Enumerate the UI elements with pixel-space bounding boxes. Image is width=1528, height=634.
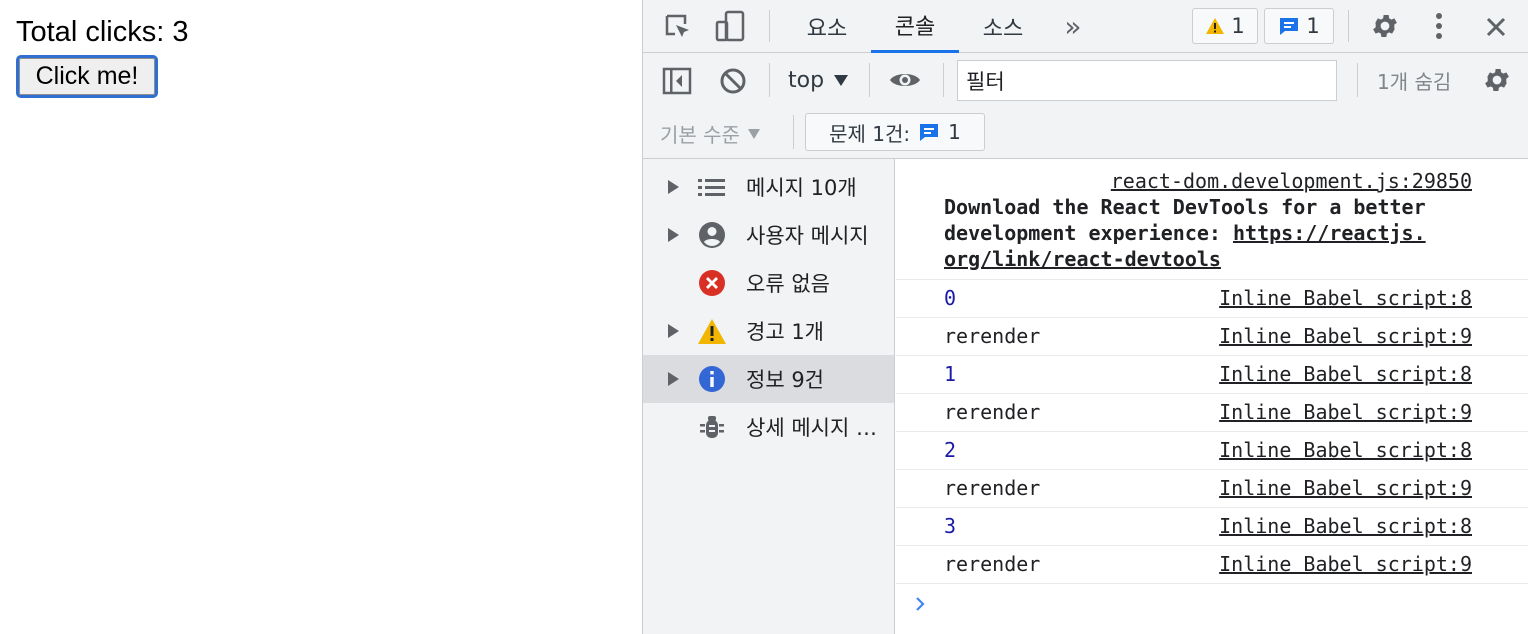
console-message-row: rerender Inline Babel script:9 xyxy=(896,470,1528,508)
console-message-row: 0 Inline Babel script:8 xyxy=(896,280,1528,318)
context-selector[interactable]: top xyxy=(788,67,849,93)
message-source-link[interactable]: Inline Babel script:9 xyxy=(1219,324,1472,348)
message-text: 2 xyxy=(944,438,957,462)
message-source-link[interactable]: Inline Babel script:9 xyxy=(1219,400,1472,424)
message-text: 0 xyxy=(944,286,957,310)
console-message-row: rerender Inline Babel script:9 xyxy=(896,546,1528,584)
console-message-row: 3 Inline Babel script:8 xyxy=(896,508,1528,546)
console-toolbar: top 필터 1개 숨김 기본 수준 문제 1건: 1 xyxy=(643,53,1528,159)
message-text: rerender xyxy=(944,476,1041,500)
devtools-panel: 요소 콘솔 소스 » 1 1 top 필터 1개 숨김 기본 수준 문제 1건:… xyxy=(642,0,1528,634)
total-clicks-text: Total clicks: 3 xyxy=(16,16,189,48)
message-source-link[interactable]: Inline Babel script:9 xyxy=(1219,476,1472,500)
close-icon[interactable] xyxy=(1481,12,1511,42)
device-toolbar-icon[interactable] xyxy=(713,9,747,43)
filter-input[interactable]: 필터 xyxy=(957,60,1337,101)
message-text: rerender xyxy=(944,552,1041,576)
warning-icon xyxy=(1206,18,1225,34)
message-text: 3 xyxy=(944,514,957,538)
more-options-icon[interactable] xyxy=(1429,10,1449,42)
list-icon xyxy=(697,172,727,202)
sidebar-item-label: 메시지 10개 xyxy=(746,176,857,200)
sidebar-item-errors[interactable]: 오류 없음 xyxy=(643,259,894,307)
message-text: rerender xyxy=(944,324,1041,348)
tabbar-separator xyxy=(1348,10,1349,42)
message-text: Download the React DevTools for a better… xyxy=(944,194,1484,272)
console-message-row: 1 Inline Babel script:8 xyxy=(896,356,1528,394)
bug-icon xyxy=(697,412,727,442)
message-source-link[interactable]: react-dom.development.js:29850 xyxy=(1111,169,1472,193)
tab-console[interactable]: 콘솔 xyxy=(871,0,959,53)
expand-arrow-icon[interactable] xyxy=(668,228,679,242)
info-icon xyxy=(697,364,727,394)
sidebar-item-user-messages[interactable]: 사용자 메시지 xyxy=(643,211,894,259)
issues-count: 1 xyxy=(948,120,961,144)
messages-badge[interactable]: 1 xyxy=(1264,8,1334,44)
console-message-row: 2 Inline Babel script:8 xyxy=(896,432,1528,470)
live-expression-eye-icon[interactable] xyxy=(887,65,923,95)
sidebar-item-verbose[interactable]: 상세 메시지 없음 xyxy=(643,403,894,451)
inspect-element-icon[interactable] xyxy=(661,11,695,43)
sidebar-item-label: 상세 메시지 없음 xyxy=(746,416,891,440)
user-icon xyxy=(697,220,727,250)
toolbar-separator xyxy=(769,63,770,97)
message-icon xyxy=(920,124,939,141)
sidebar-item-label: 사용자 메시지 xyxy=(746,224,869,248)
sidebar-item-info[interactable]: 정보 9건 xyxy=(643,355,894,403)
tabbar-separator xyxy=(769,10,770,42)
web-page: Total clicks: 3 Click me! xyxy=(0,0,642,634)
sidebar-item-warnings[interactable]: 경고 1개 xyxy=(643,307,894,355)
message-text: 1 xyxy=(944,362,957,386)
message-text: rerender xyxy=(944,400,1041,424)
hidden-count: 1개 숨김 xyxy=(1377,70,1452,94)
click-me-button[interactable]: Click me! xyxy=(16,55,158,98)
message-icon xyxy=(1280,18,1299,35)
expand-arrow-icon[interactable] xyxy=(668,372,679,386)
message-source-link[interactable]: Inline Babel script:8 xyxy=(1219,438,1472,462)
console-prompt-chevron-icon[interactable] xyxy=(914,595,930,615)
dropdown-arrow-icon xyxy=(747,128,760,139)
dropdown-arrow-icon xyxy=(834,74,849,86)
error-icon xyxy=(697,268,727,298)
message-source-link[interactable]: Inline Babel script:9 xyxy=(1219,552,1472,576)
console-sidebar: 메시지 10개 사용자 메시지 오류 없음 경고 1개 정보 9건 상세 메시지… xyxy=(643,159,895,634)
sidebar-item-label: 오류 없음 xyxy=(746,272,830,296)
console-message-row: rerender Inline Babel script:9 xyxy=(896,318,1528,356)
more-tabs-button[interactable]: » xyxy=(1053,0,1093,53)
sidebar-toggle-icon[interactable] xyxy=(661,66,693,96)
clear-console-icon[interactable] xyxy=(717,65,749,97)
messages-count: 1 xyxy=(1306,14,1320,38)
issues-button[interactable]: 문제 1건: 1 xyxy=(805,113,985,151)
log-levels-dropdown[interactable]: 기본 수준 xyxy=(660,119,760,148)
console-settings-gear-icon[interactable] xyxy=(1481,64,1513,96)
toolbar-separator xyxy=(1357,63,1358,97)
toolbar-separator xyxy=(793,115,794,149)
devtools-tabbar: 요소 콘솔 소스 » 1 1 xyxy=(643,0,1528,53)
expand-arrow-icon[interactable] xyxy=(668,324,679,338)
tab-elements[interactable]: 요소 xyxy=(787,0,867,53)
sidebar-item-label: 경고 1개 xyxy=(746,320,824,344)
sidebar-item-messages[interactable]: 메시지 10개 xyxy=(643,163,894,211)
message-source-link[interactable]: Inline Babel script:8 xyxy=(1219,362,1472,386)
console-message-react: react-dom.development.js:29850 Download … xyxy=(896,159,1528,280)
toolbar-separator xyxy=(943,63,944,97)
console-messages: react-dom.development.js:29850 Download … xyxy=(896,159,1528,634)
tab-sources[interactable]: 소스 xyxy=(963,0,1043,53)
warnings-count: 1 xyxy=(1231,14,1245,38)
message-source-link[interactable]: Inline Babel script:8 xyxy=(1219,286,1472,310)
context-label: top xyxy=(788,67,825,93)
issues-label: 문제 1건: xyxy=(829,121,911,146)
settings-gear-icon[interactable] xyxy=(1369,10,1401,42)
warnings-badge[interactable]: 1 xyxy=(1192,8,1258,44)
sidebar-item-label: 정보 9건 xyxy=(746,368,824,392)
message-source-link[interactable]: Inline Babel script:8 xyxy=(1219,514,1472,538)
console-message-row: rerender Inline Babel script:9 xyxy=(896,394,1528,432)
toolbar-separator xyxy=(869,63,870,97)
expand-arrow-icon[interactable] xyxy=(668,180,679,194)
warning-icon xyxy=(697,316,727,346)
log-levels-label: 기본 수준 xyxy=(660,123,740,147)
